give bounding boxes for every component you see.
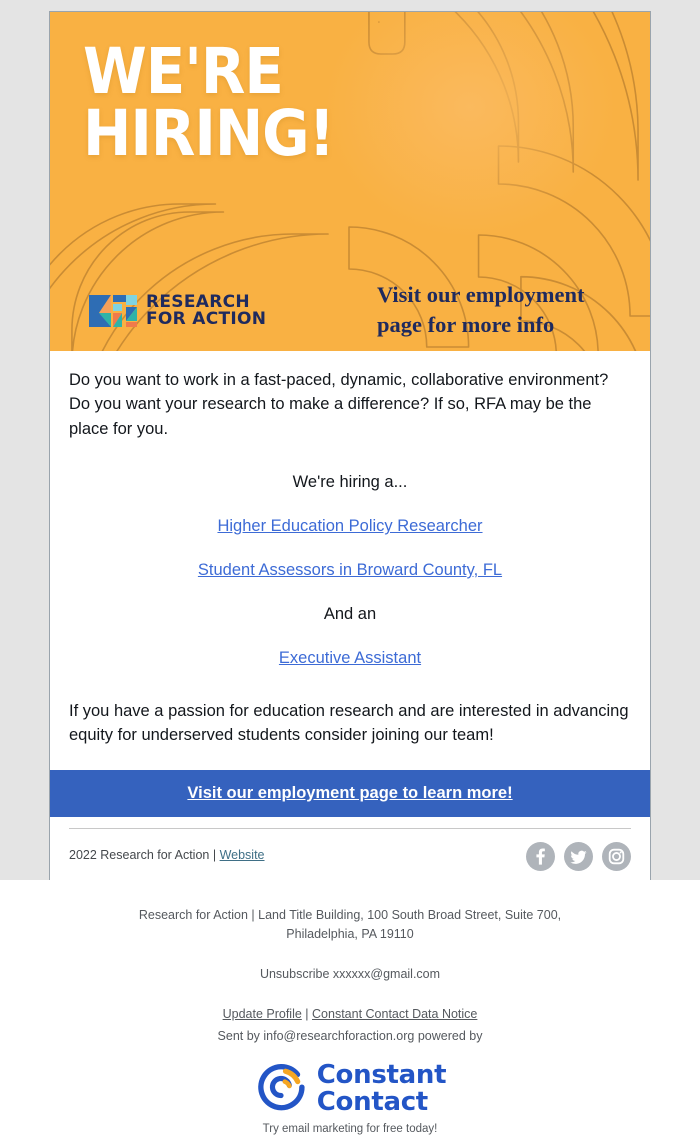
hiring-lead-text: We're hiring a... — [292, 473, 408, 492]
job-link-executive-assistant[interactable]: Executive Assistant — [69, 647, 631, 671]
constant-contact-footer: Research for Action | Land Title Buildin… — [0, 880, 700, 1135]
facebook-icon[interactable] — [526, 841, 555, 871]
hero-title: WE'RE HIRING! — [83, 35, 335, 171]
social-links — [526, 841, 631, 871]
footer-row: 2022 Research for Action | Website — [69, 829, 631, 871]
footer-link-separator: | — [301, 1007, 313, 1021]
email-body: Do you want to work in a fast-paced, dyn… — [50, 351, 650, 748]
constant-contact-logo-mark — [258, 1063, 305, 1110]
and-an-text: And an — [323, 604, 377, 623]
hero-tagline: Visit our employment page for more info — [377, 282, 585, 337]
job-link-higher-education-policy-researcher[interactable]: Higher Education Policy Researcher — [69, 515, 631, 539]
footer-spacer — [0, 944, 700, 965]
constant-contact-logo[interactable]: Constant Contact — [0, 1062, 700, 1116]
update-profile-link[interactable]: Update Profile — [223, 1007, 302, 1021]
rfa-logo-lockup: RESEARCH FOR ACTION — [89, 291, 266, 331]
constant-contact-wordmark: Constant Contact — [316, 1059, 447, 1117]
constant-contact-tagline: Try email marketing for free today! — [262, 1122, 438, 1135]
footer-website-link[interactable]: Website — [220, 848, 265, 862]
cta-employment-page-link[interactable]: Visit our employment page to learn more! — [187, 784, 512, 802]
instagram-icon[interactable] — [602, 841, 631, 871]
rfa-logo-mark — [89, 295, 137, 327]
job-link-student-assessors-broward-county[interactable]: Student Assessors in Broward County, FL — [69, 559, 631, 583]
footer-copyright-text: 2022 Research for Action | — [69, 848, 217, 863]
outro-paragraph: If you have a passion for education rese… — [69, 701, 629, 745]
sender-address: Research for Action | Land Title Buildin… — [138, 908, 562, 941]
intro-paragraph: Do you want to work in a fast-paced, dyn… — [69, 371, 609, 438]
twitter-icon[interactable] — [564, 841, 593, 871]
email-card: WE'RE HIRING! Visit our employment page … — [49, 11, 651, 892]
footer-copyright: 2022 Research for Action | Website — [69, 847, 265, 865]
sent-by-text: Sent by info@researchforaction.org power… — [217, 1028, 483, 1043]
email-page: WE'RE HIRING! Visit our employment page … — [0, 0, 700, 1135]
hero-banner: WE'RE HIRING! Visit our employment page … — [50, 12, 650, 351]
rfa-logo-wordmark: RESEARCH FOR ACTION — [146, 291, 267, 329]
footer-link-row: Update Profile | Constant Contact Data N… — [0, 986, 700, 1024]
cta-banner[interactable]: Visit our employment page to learn more! — [50, 769, 650, 817]
unsubscribe-text: Unsubscribe xxxxxx@gmail.com — [259, 966, 441, 981]
constant-contact-data-notice-link[interactable]: Constant Contact Data Notice — [312, 1007, 477, 1021]
